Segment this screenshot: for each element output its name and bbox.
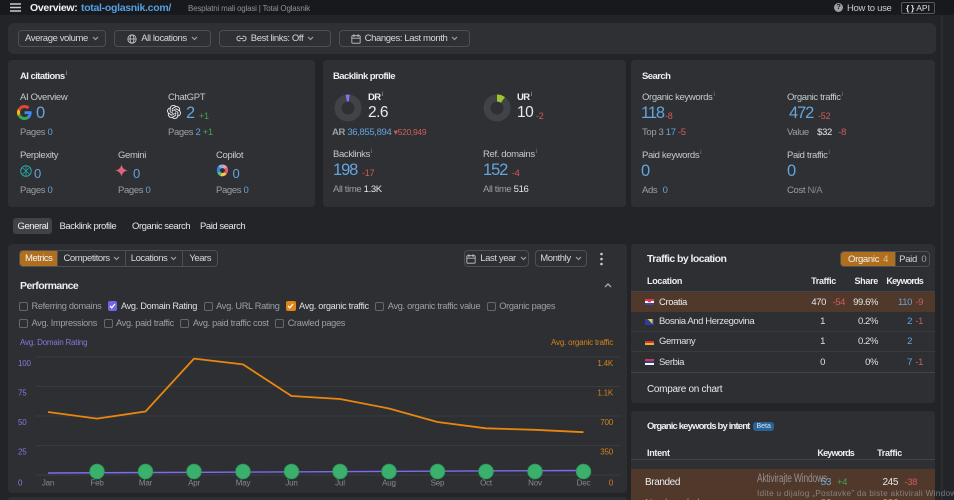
svg-text:Jun: Jun xyxy=(285,479,297,488)
svg-text:Jan: Jan xyxy=(42,479,54,488)
svg-text:0: 0 xyxy=(609,479,614,488)
svg-text:Feb: Feb xyxy=(90,479,104,488)
svg-text:Sep: Sep xyxy=(431,479,445,488)
svg-text:May: May xyxy=(236,479,251,488)
svg-text:25: 25 xyxy=(18,448,27,457)
svg-text:Apr: Apr xyxy=(188,479,200,488)
svg-text:1.4K: 1.4K xyxy=(597,359,614,368)
svg-text:Dec: Dec xyxy=(577,479,591,488)
svg-text:Aug: Aug xyxy=(382,479,396,488)
svg-text:350: 350 xyxy=(600,448,613,457)
svg-text:Mar: Mar xyxy=(139,479,153,488)
svg-text:Nov: Nov xyxy=(528,479,542,488)
svg-text:1.1K: 1.1K xyxy=(597,389,614,398)
svg-text:700: 700 xyxy=(600,418,613,427)
svg-text:Avg. organic traffic: Avg. organic traffic xyxy=(551,338,613,347)
svg-text:Avg. Domain Rating: Avg. Domain Rating xyxy=(20,338,87,347)
svg-text:Oct: Oct xyxy=(480,479,493,488)
svg-text:50: 50 xyxy=(18,418,27,427)
svg-text:100: 100 xyxy=(18,359,31,368)
svg-text:Jul: Jul xyxy=(335,479,345,488)
svg-text:75: 75 xyxy=(18,389,27,398)
svg-text:0: 0 xyxy=(18,479,23,488)
